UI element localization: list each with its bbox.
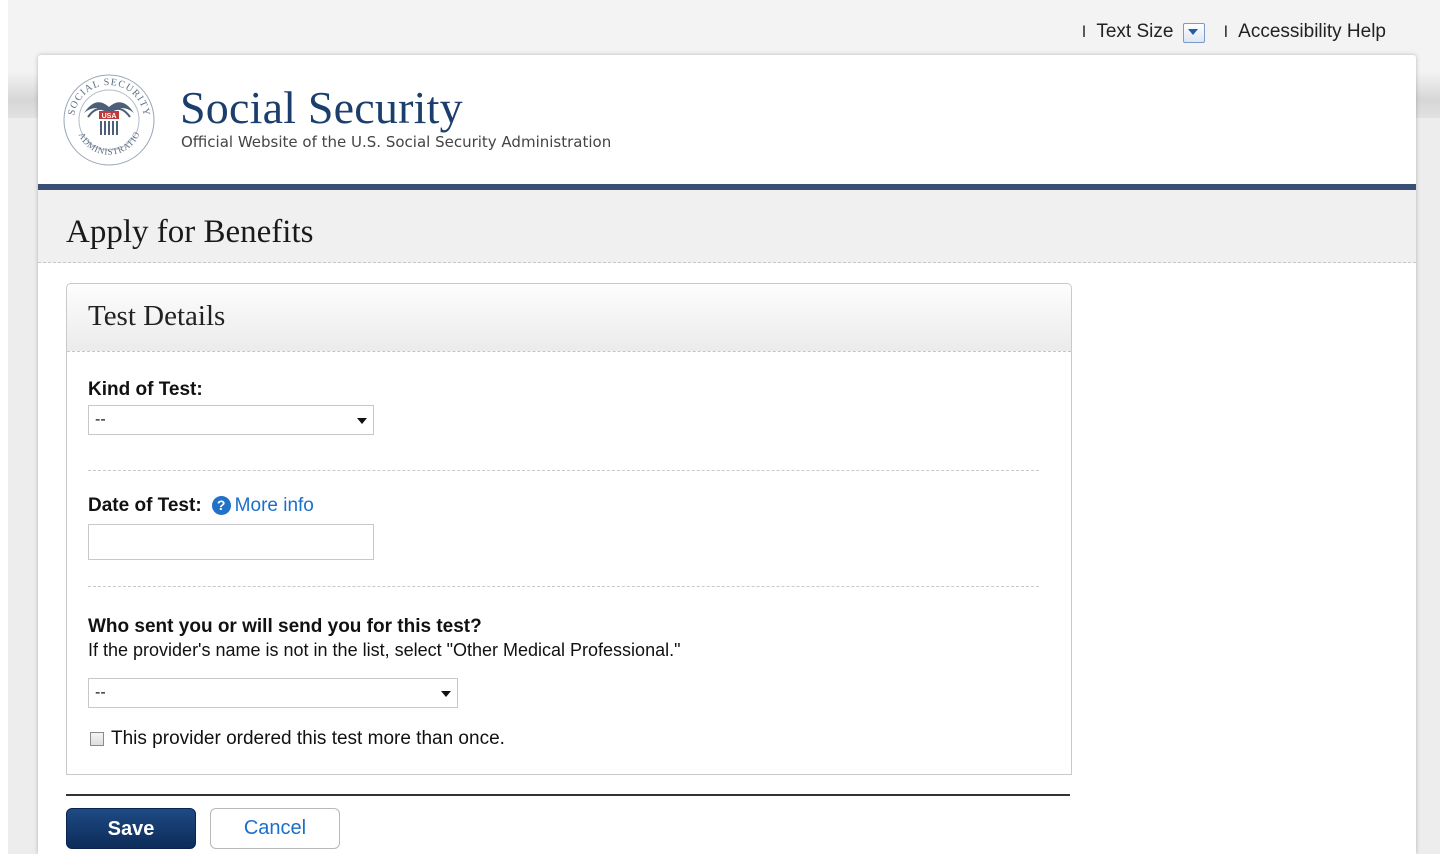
svg-text:USA: USA [102, 113, 117, 120]
panel-title: Test Details [88, 300, 226, 332]
dropdown-arrow-icon [357, 418, 367, 424]
chevron-down-icon [1188, 29, 1199, 35]
site-header: SOCIAL SECURITY ADMINISTRATION USA [38, 55, 1416, 190]
who-sent-label: Who sent you or will send you for this t… [88, 616, 482, 637]
right-edge [1440, 0, 1448, 854]
more-info-link[interactable]: More info [235, 495, 314, 516]
ssa-seal-logo[interactable]: SOCIAL SECURITY ADMINISTRATION USA [58, 65, 156, 167]
date-of-test-label: Date of Test: [88, 495, 202, 516]
provider-selected: -- [95, 684, 106, 701]
page-container: SOCIAL SECURITY ADMINISTRATION USA [38, 55, 1416, 854]
cancel-button[interactable]: Cancel [210, 808, 340, 849]
site-subtitle: Official Website of the U.S. Social Secu… [181, 133, 612, 151]
multiple-orders-label[interactable]: This provider ordered this test more tha… [111, 728, 505, 750]
save-button[interactable]: Save [66, 808, 196, 849]
date-of-test-input[interactable] [88, 524, 374, 560]
text-size-label[interactable]: Text Size [1096, 21, 1173, 43]
form-footer-rule [66, 794, 1070, 796]
section-divider [88, 586, 1039, 587]
help-question-icon[interactable]: ? [211, 496, 231, 515]
provider-select[interactable]: -- [88, 678, 458, 708]
page-title-band: Apply for Benefits [38, 190, 1416, 263]
dropdown-arrow-icon [441, 691, 451, 697]
section-divider [88, 470, 1039, 471]
panel-header: Test Details [67, 284, 1071, 352]
kind-of-test-select[interactable]: -- [88, 405, 374, 435]
ssa-seal-icon: SOCIAL SECURITY ADMINISTRATION USA [58, 65, 155, 166]
text-size-dropdown-button[interactable] [1183, 23, 1206, 43]
utility-separator: I [1223, 22, 1229, 41]
utility-separator: I [1081, 22, 1087, 41]
page-title: Apply for Benefits [66, 214, 314, 250]
date-of-test-row: Date of Test:? More info [88, 495, 314, 517]
kind-of-test-selected: -- [95, 411, 106, 428]
who-sent-hint: If the provider's name is not in the lis… [88, 640, 681, 660]
utility-bar: I Text Size I Accessibility Help [1082, 18, 1386, 46]
accessibility-help-link[interactable]: Accessibility Help [1238, 21, 1386, 43]
site-title[interactable]: Social Security [180, 81, 463, 134]
test-details-panel: Test Details Kind of Test: -- Date of Te… [66, 283, 1072, 775]
multiple-orders-checkbox[interactable] [90, 732, 104, 746]
left-edge [0, 0, 8, 854]
kind-of-test-label: Kind of Test: [88, 379, 203, 400]
